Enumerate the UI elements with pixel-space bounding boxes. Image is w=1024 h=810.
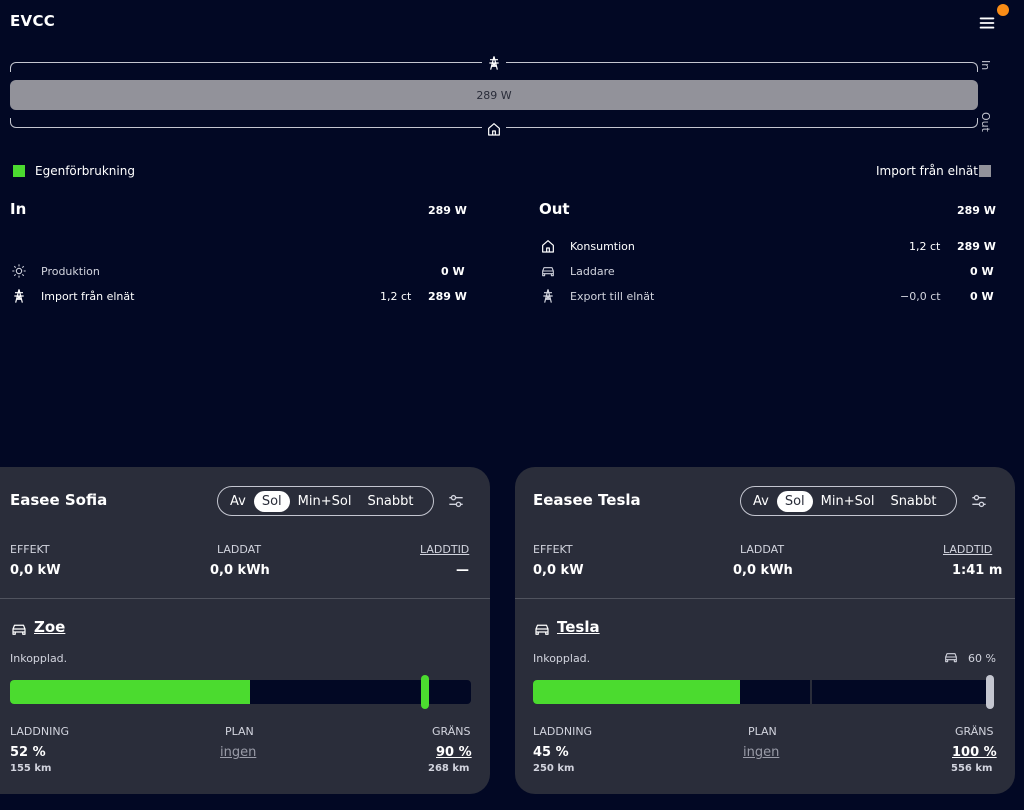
sliders-icon <box>449 494 463 508</box>
out-row-grid-export-price: −0,0 ct <box>900 290 941 303</box>
card-divider <box>515 598 1015 599</box>
mode-off-button[interactable]: Av <box>222 491 254 512</box>
vehicle-name-link[interactable]: Zoe <box>34 618 65 636</box>
energyflow-in-label: In <box>979 60 992 71</box>
mode-solar-button[interactable]: Sol <box>253 490 290 512</box>
in-row-production-label: Produktion <box>41 265 100 278</box>
vehicle-status: Inkopplad. <box>533 652 591 665</box>
car-icon <box>540 263 556 279</box>
card-divider <box>0 598 490 599</box>
legend-swatch-self-consumption <box>13 165 25 177</box>
sliders-icon <box>972 494 986 508</box>
laddning-value: 52 % <box>10 745 46 760</box>
menu-button[interactable] <box>976 12 998 34</box>
soc-bar <box>10 680 471 704</box>
mode-off-button[interactable]: Av <box>745 491 777 512</box>
mode-min-solar-button[interactable]: Min+Sol <box>290 491 360 512</box>
soc-fill <box>533 680 741 704</box>
effekt-label: EFFEKT <box>533 543 573 556</box>
mode-selector: Av Sol Min+Sol Snabbt <box>740 486 957 516</box>
car-icon <box>943 649 959 665</box>
laddtid-toggle[interactable]: LADDTID <box>420 543 469 556</box>
grid-tower-icon <box>540 288 556 304</box>
out-row-charger-value: 0 W <box>970 265 994 278</box>
car-icon <box>533 620 551 638</box>
in-row-grid-import-value: 289 W <box>428 290 467 303</box>
grans-range: 556 km <box>951 763 993 774</box>
legend-grid-import: Import från elnät <box>876 164 978 178</box>
loadpoint-card-tesla: Eeasee Tesla Av Sol Min+Sol Snabbt EFFEK… <box>515 467 1015 794</box>
vehicle-limit-value: 60 % <box>968 652 996 665</box>
vehicle-status: Inkopplad. <box>10 652 68 665</box>
laddning-value: 45 % <box>533 745 569 760</box>
limit-slider-handle[interactable] <box>420 675 429 709</box>
hamburger-icon <box>979 17 995 29</box>
mode-fast-button[interactable]: Snabbt <box>359 491 421 512</box>
home-icon <box>540 238 556 254</box>
out-row-consumption-value: 289 W <box>957 240 996 253</box>
out-row-consumption-label: Konsumtion <box>570 240 635 253</box>
laddning-label: LADDNING <box>10 725 70 738</box>
laddtid-toggle[interactable]: LADDTID <box>943 543 992 556</box>
laddtid-value: 1:41 m <box>952 563 1003 578</box>
grid-tower-icon <box>11 288 27 304</box>
out-section-total: 289 W <box>957 204 996 217</box>
grans-value-link[interactable]: 90 % <box>436 745 472 760</box>
energyflow-bar-value: 289 W <box>476 88 512 102</box>
mode-selector: Av Sol Min+Sol Snabbt <box>217 486 434 516</box>
out-row-charger-label: Laddare <box>570 265 615 278</box>
in-row-grid-import-label: Import från elnät <box>41 290 135 303</box>
in-row-grid-import-price: 1,2 ct <box>380 290 412 303</box>
grans-label: GRÄNS <box>432 725 471 738</box>
laddat-label: LADDAT <box>740 543 785 556</box>
vehicle-limit-marker <box>809 680 812 704</box>
legend-self-consumption: Egenförbrukning <box>35 164 135 178</box>
loadpoint-title: Eeasee Tesla <box>533 491 641 509</box>
mode-min-solar-button[interactable]: Min+Sol <box>813 491 883 512</box>
loadpoint-card-sofia: Easee Sofia Av Sol Min+Sol Snabbt EFFEKT… <box>0 467 490 794</box>
loadpoint-settings-button[interactable] <box>969 491 989 511</box>
grans-label: GRÄNS <box>955 725 994 738</box>
soc-bar <box>533 680 994 704</box>
in-section-total: 289 W <box>428 204 467 217</box>
app-title: EVCC <box>10 12 56 30</box>
limit-slider-handle[interactable] <box>986 675 994 709</box>
home-icon <box>482 119 506 139</box>
soc-fill <box>10 680 250 704</box>
grid-tower-icon <box>482 53 506 73</box>
plan-label: PLAN <box>225 725 254 738</box>
out-row-grid-export-value: 0 W <box>970 290 994 303</box>
plan-link[interactable]: ingen <box>220 745 256 760</box>
sun-icon <box>11 263 27 279</box>
mode-solar-button[interactable]: Sol <box>776 490 813 512</box>
in-section-title: In <box>10 200 27 218</box>
laddning-label: LADDNING <box>533 725 593 738</box>
plan-link[interactable]: ingen <box>743 745 779 760</box>
laddat-value: 0,0 kWh <box>733 563 793 578</box>
notification-dot <box>997 4 1009 16</box>
vehicle-name-link[interactable]: Tesla <box>557 618 600 636</box>
laddning-range: 155 km <box>10 763 52 774</box>
out-row-grid-export-label: Export till elnät <box>570 290 655 303</box>
in-row-production-value: 0 W <box>441 265 465 278</box>
grans-range: 268 km <box>428 763 470 774</box>
plan-label: PLAN <box>748 725 777 738</box>
laddtid-value: — <box>456 563 469 578</box>
energyflow-bar: 289 W <box>10 80 978 110</box>
effekt-value: 0,0 kW <box>10 563 61 578</box>
out-row-consumption-price: 1,2 ct <box>909 240 941 253</box>
laddning-range: 250 km <box>533 763 575 774</box>
loadpoint-settings-button[interactable] <box>446 491 466 511</box>
grans-value-link[interactable]: 100 % <box>952 745 997 760</box>
mode-fast-button[interactable]: Snabbt <box>882 491 944 512</box>
car-icon <box>10 620 28 638</box>
energyflow-out-label: Out <box>979 112 992 132</box>
laddat-label: LADDAT <box>217 543 262 556</box>
legend-swatch-grid-import <box>979 165 991 177</box>
loadpoint-title: Easee Sofia <box>10 491 108 509</box>
out-section-title: Out <box>539 200 570 218</box>
effekt-label: EFFEKT <box>10 543 50 556</box>
effekt-value: 0,0 kW <box>533 563 584 578</box>
laddat-value: 0,0 kWh <box>210 563 270 578</box>
